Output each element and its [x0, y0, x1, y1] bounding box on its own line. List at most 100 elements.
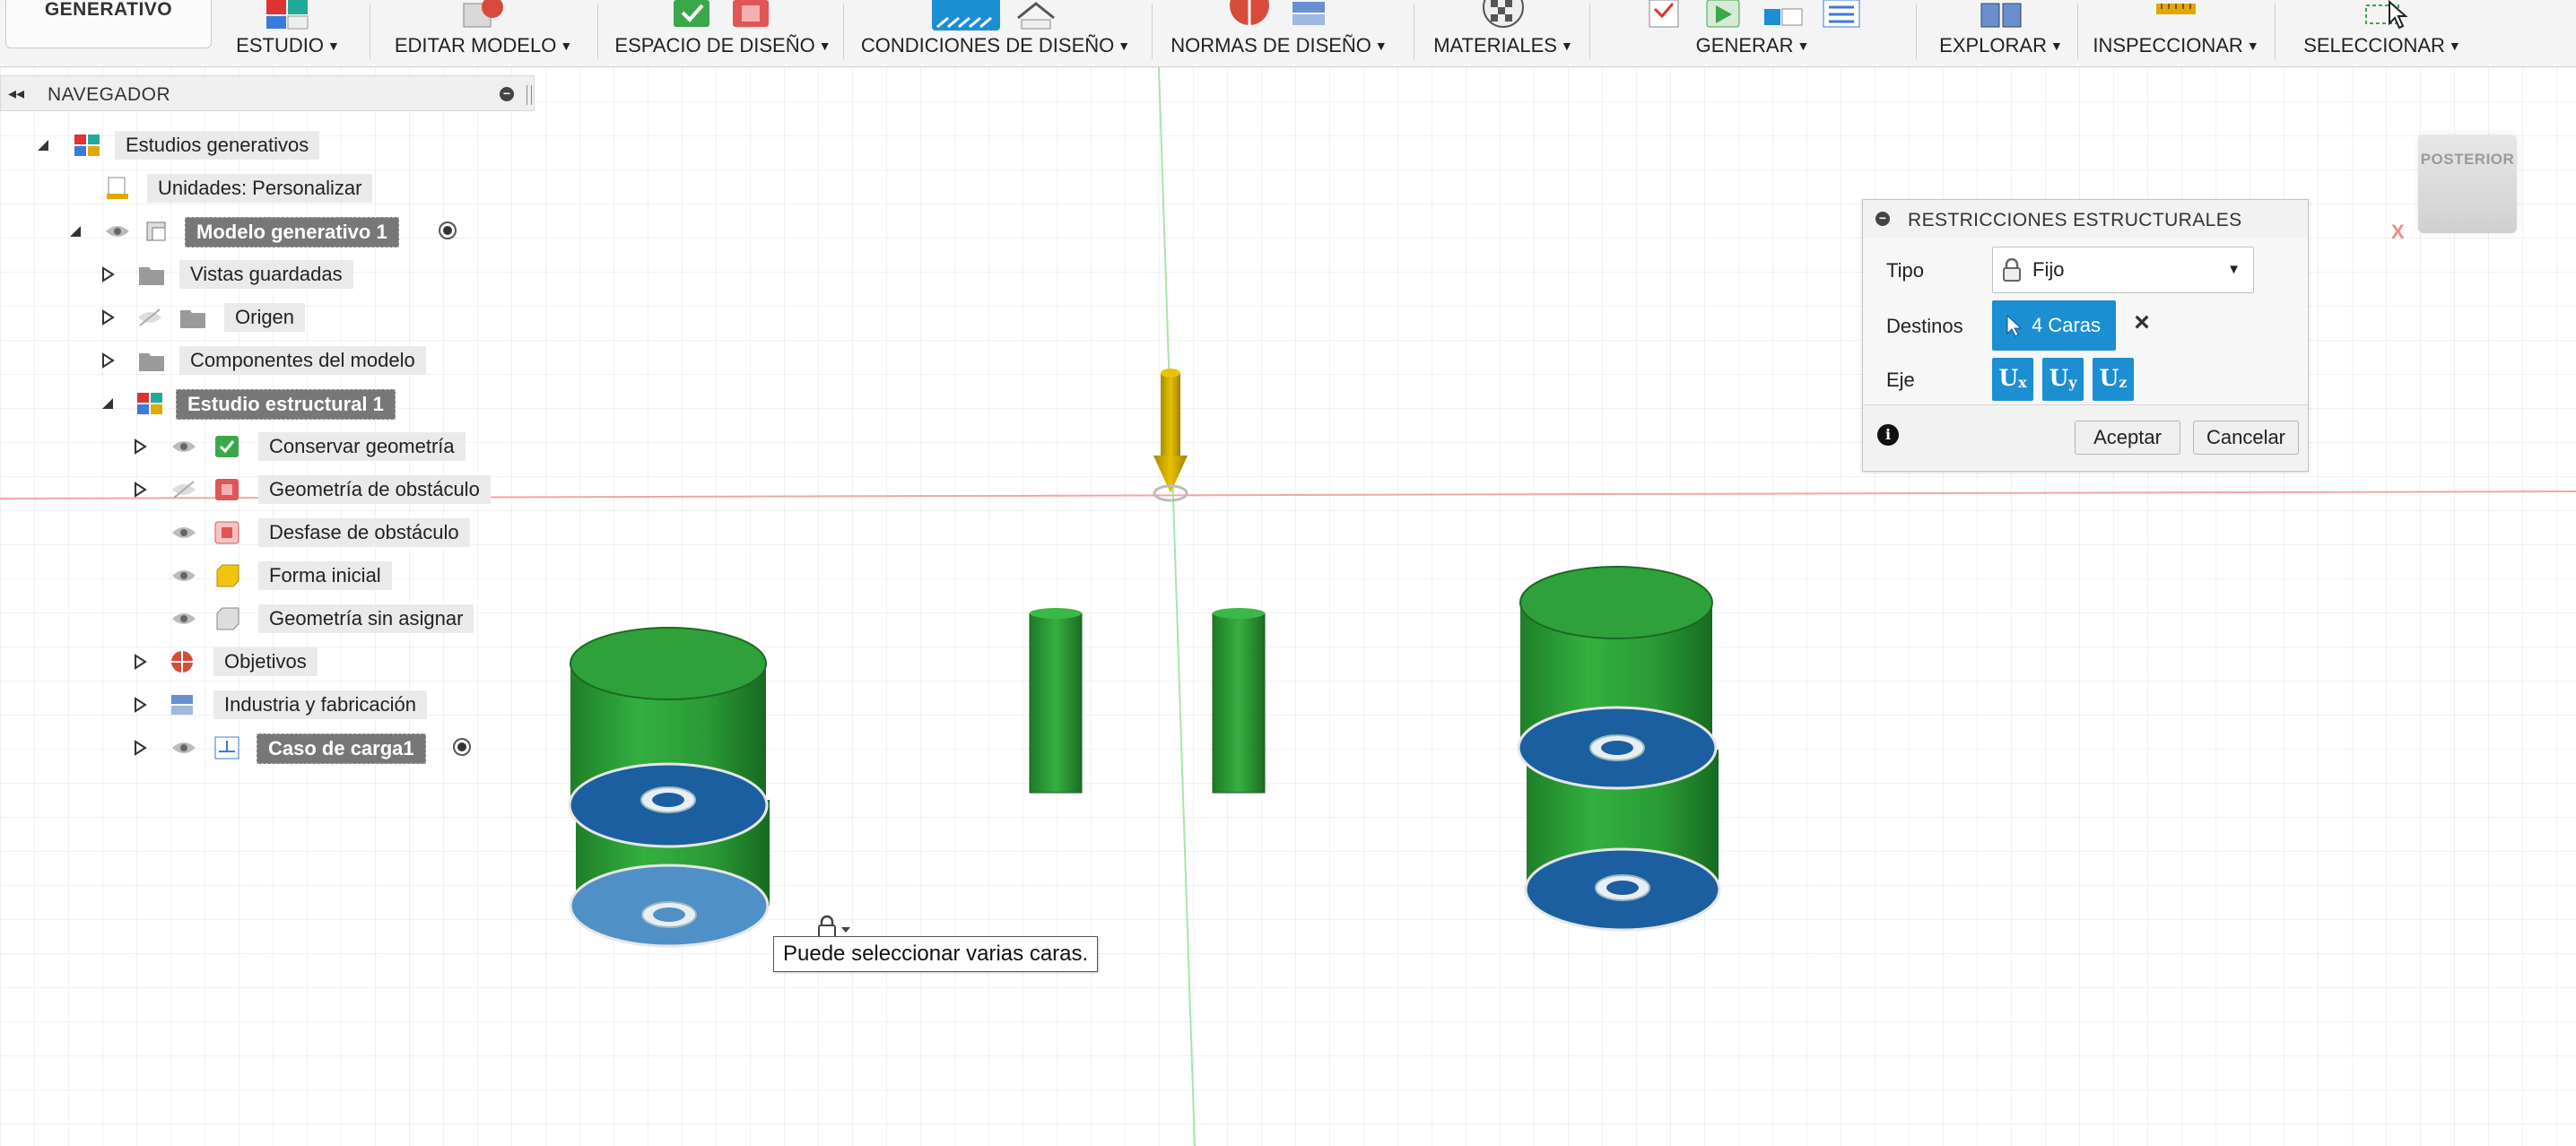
type-dropdown[interactable]: Fijo ▼ [1992, 247, 2254, 293]
tree-item-geometria-obstaculo[interactable]: Geometría de obstáculo [0, 472, 538, 508]
toolbar-group-explorar[interactable]: EXPLORAR ▼ [1925, 0, 2077, 66]
tree-expand-triangle-icon[interactable] [131, 481, 149, 499]
unassigned-geometry-icon [216, 607, 239, 630]
tree-collapse-triangle-icon[interactable] [34, 136, 52, 154]
view-cube-label: POSTERIOR [2420, 151, 2515, 168]
tree-expand-triangle-icon[interactable] [131, 739, 149, 757]
dialog-collapse-icon[interactable]: − [1875, 212, 1890, 226]
visibility-eye-icon[interactable] [170, 566, 197, 586]
toolbar-group-normas-de-diseno[interactable]: NORMAS DE DISEÑO ▼ [1162, 0, 1396, 66]
tree-item-label: Geometría de obstáculo [258, 475, 491, 504]
tree-expand-triangle-icon[interactable] [131, 653, 149, 671]
tree-item-conservar-geometria[interactable]: Conservar geometría [0, 429, 538, 464]
axis-ux-toggle[interactable]: Ux [1992, 358, 2033, 401]
toolbar-group-inspeccionar[interactable]: INSPECCIONAR ▼ [2086, 0, 2266, 66]
browser-navigator: ◂◂ NAVEGADOR − Estudios generativos Unid… [0, 72, 538, 771]
load-arrow-glyph[interactable] [1153, 369, 1188, 502]
tree-item-industria-fabricacion[interactable]: Industria y fabricación [0, 687, 538, 723]
tree-expand-triangle-icon[interactable] [99, 265, 117, 283]
toolbar-divider [2077, 4, 2078, 59]
mouse-pointer-icon [2389, 0, 2408, 30]
tree-item-geometria-sin-asignar[interactable]: Geometría sin asignar [0, 601, 538, 637]
starting-shape-icon [216, 564, 239, 587]
tree-item-objetivos[interactable]: Objetivos [0, 644, 538, 680]
active-radio-icon[interactable] [438, 221, 457, 240]
tree-item-label: Geometría sin asignar [258, 604, 474, 633]
tree-item-origen[interactable]: Origen [0, 300, 538, 335]
tree-item-estudios-generativos[interactable]: Estudios generativos [0, 127, 538, 163]
cancel-button[interactable]: Cancelar [2193, 421, 2299, 455]
structural-constraints-dialog: − RESTRICCIONES ESTRUCTURALES Tipo Fijo … [1862, 199, 2309, 472]
middle-right-plate[interactable] [1212, 608, 1266, 794]
dropdown-caret-icon: ▼ [326, 39, 340, 53]
toolbar-label-estudio: ESTUDIO [236, 34, 324, 56]
view-cube-x-axis: X [2391, 221, 2405, 243]
toolbar-group-generar[interactable]: GENERAR ▼ [1600, 0, 1905, 66]
tree-item-modelo-generativo[interactable]: Modelo generativo 1 [0, 213, 538, 249]
workspace-switcher-button[interactable]: GENERATIVO [5, 0, 212, 48]
ok-button[interactable]: Aceptar [2075, 421, 2180, 455]
toolbar-label-normas-de-diseno: NORMAS DE DISEÑO [1171, 34, 1371, 56]
active-radio-icon[interactable] [452, 737, 472, 757]
panel-resize-grip[interactable] [527, 85, 532, 105]
right-preserve-cylinder[interactable] [1517, 566, 1721, 932]
chevron-down-icon: ▼ [2227, 262, 2241, 277]
tree-item-units[interactable]: Unidades: Personalizar [0, 170, 538, 206]
targets-value: 4 Caras [2032, 314, 2102, 336]
lock-icon [2003, 258, 2021, 282]
tree-collapse-triangle-icon[interactable] [99, 395, 117, 412]
view-cube[interactable]: POSTERIOR X [2386, 126, 2520, 260]
hidden-eye-icon[interactable] [170, 480, 197, 499]
middle-left-plate[interactable] [1029, 608, 1083, 794]
dialog-title: RESTRICCIONES ESTRUCTURALES [1908, 210, 2242, 230]
type-value: Fijo [2032, 258, 2065, 281]
tree-expand-triangle-icon[interactable] [99, 352, 117, 369]
tree-item-label: Unidades: Personalizar [147, 174, 373, 203]
visibility-eye-icon[interactable] [170, 609, 197, 629]
left-preserve-cylinder[interactable] [568, 627, 770, 948]
load-case-icon [214, 736, 239, 760]
clear-selection-icon[interactable]: × [2128, 309, 2155, 338]
toolbar-group-espacio-de-diseno[interactable]: ESPACIO DE DISEÑO ▼ [606, 0, 840, 66]
obstacle-geometry-icon [215, 479, 239, 500]
minimize-icon[interactable]: − [500, 87, 514, 101]
toolbar-label-editar-modelo: EDITAR MODELO [394, 34, 557, 56]
toolbar-group-condiciones-de-diseno[interactable]: CONDICIONES DE DISEÑO ▼ [852, 0, 1139, 66]
tree-item-estudio-estructural[interactable]: Estudio estructural 1 [0, 386, 538, 421]
structural-load-tool-icon [1017, 2, 1055, 30]
visibility-eye-icon[interactable] [104, 221, 131, 241]
dropdown-caret-icon: ▼ [1560, 39, 1573, 53]
explore-tool-icon [1980, 3, 2022, 28]
visibility-eye-icon[interactable] [170, 523, 197, 543]
dropdown-caret-icon: ▼ [1374, 39, 1388, 53]
tree-expand-triangle-icon[interactable] [99, 308, 117, 326]
dropdown-caret-icon: ▼ [2246, 39, 2259, 53]
targets-selector-button[interactable]: 4 Caras [1992, 300, 2116, 351]
tree-item-caso-de-carga[interactable]: Caso de carga1 [0, 730, 538, 766]
toolbar-group-editar-modelo[interactable]: EDITAR MODELO ▼ [380, 0, 587, 66]
toolbar-group-seleccionar[interactable]: SELECCIONAR ▼ [2284, 0, 2481, 66]
tree-expand-triangle-icon[interactable] [131, 696, 149, 714]
tree-collapse-triangle-icon[interactable] [66, 222, 84, 240]
tree-expand-triangle-icon[interactable] [131, 438, 149, 456]
visibility-eye-icon[interactable] [170, 437, 197, 456]
toolbar-group-materiales[interactable]: MATERIALES ▼ [1423, 0, 1584, 66]
tree-item-componentes[interactable]: Componentes del modelo [0, 343, 538, 378]
tree-item-desfase-obstaculo[interactable]: Desfase de obstáculo [0, 515, 538, 551]
dropdown-caret-icon: ▼ [1797, 39, 1810, 53]
tree-item-vistas-guardadas[interactable]: Vistas guardadas [0, 256, 538, 292]
axis-uz-toggle[interactable]: Uz [2093, 358, 2134, 401]
toolbar-divider [1916, 4, 1917, 59]
generate-tool-icon [1706, 0, 1740, 28]
visibility-eye-icon[interactable] [170, 738, 197, 758]
info-icon[interactable]: i [1877, 424, 1899, 446]
selection-tooltip: Puede seleccionar varias caras. [773, 936, 1099, 972]
toolbar-label-espacio-de-diseno: ESPACIO DE DISEÑO [614, 34, 815, 56]
materials-tool-icon [1483, 0, 1524, 28]
view-cube-face[interactable] [2418, 135, 2517, 233]
axis-uy-toggle[interactable]: Uy [2042, 358, 2084, 401]
collapse-panel-icon[interactable]: ◂◂ [8, 84, 24, 103]
hidden-eye-icon[interactable] [136, 308, 163, 327]
toolbar-group-estudio[interactable]: ESTUDIO ▼ [221, 0, 355, 66]
tree-item-forma-inicial[interactable]: Forma inicial [0, 558, 538, 594]
